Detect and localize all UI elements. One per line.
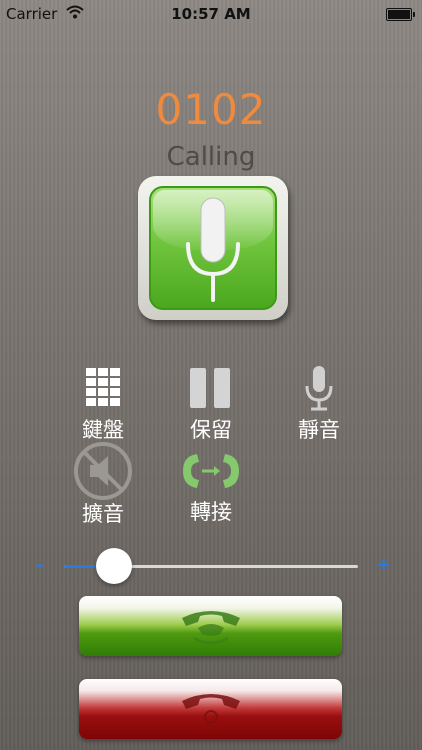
transfer-button[interactable]: 轉接 (166, 448, 256, 526)
speaker-label: 擴音 (82, 502, 124, 526)
mute-label: 靜音 (298, 418, 340, 442)
hold-button[interactable]: 保留 (166, 366, 256, 444)
speaker-button[interactable]: 擴音 (58, 442, 148, 528)
keypad-icon (78, 366, 128, 412)
answer-button[interactable] (79, 596, 342, 656)
hang-up-button[interactable] (79, 679, 342, 739)
battery-icon (386, 8, 415, 21)
mute-button[interactable]: 靜音 (274, 366, 364, 444)
mute-mic-icon (294, 366, 344, 412)
microphone-icon (186, 197, 240, 302)
phone-hangup-icon (182, 694, 240, 724)
call-status: Calling (166, 142, 256, 172)
keypad-label: 鍵盤 (82, 418, 124, 442)
transfer-icon (179, 448, 243, 494)
pause-icon (186, 366, 236, 412)
status-bar: Carrier 10:57 AM (0, 0, 422, 28)
keypad-button[interactable]: 鍵盤 (58, 366, 148, 444)
phone-answer-icon (182, 611, 240, 645)
speaker-off-icon (73, 442, 133, 500)
volume-slider[interactable] (64, 548, 358, 584)
hold-label: 保留 (190, 418, 232, 442)
dialed-number: 0102 (155, 85, 267, 134)
microphone-tile (138, 176, 288, 320)
transfer-label: 轉接 (190, 500, 232, 524)
status-time: 10:57 AM (171, 5, 251, 23)
volume-min-icon: - (36, 555, 44, 576)
volume-slider-thumb[interactable] (95, 548, 132, 584)
volume-max-icon: + (376, 554, 392, 575)
